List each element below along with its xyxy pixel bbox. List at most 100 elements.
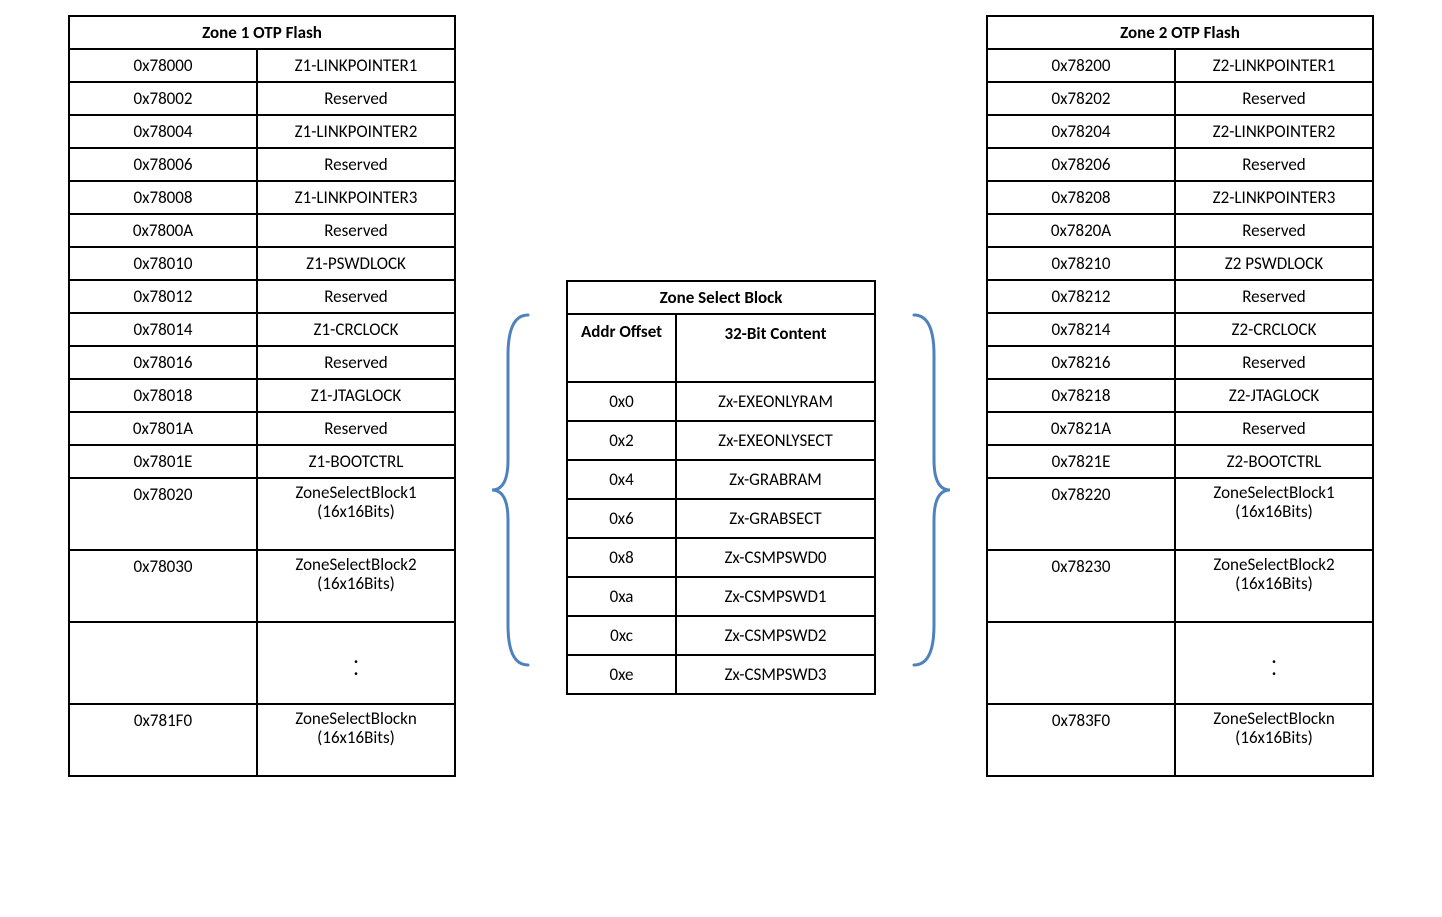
desc-cell: Reserved [1175, 346, 1373, 379]
zone1-row: 0x78018Z1-JTAGLOCK [69, 379, 455, 412]
desc-cell: ZoneSelectBlock2(16x16Bits) [1175, 550, 1373, 622]
desc-cell: Reserved [1175, 280, 1373, 313]
zone1-row: 0x7801AReserved [69, 412, 455, 445]
desc-cell: Z1-PSWDLOCK [257, 247, 455, 280]
zsb-content-cell: Zx-CSMPSWD3 [676, 655, 875, 694]
addr-cell: 0x78206 [987, 148, 1175, 181]
desc-cell: Z2-LINKPOINTER3 [1175, 181, 1373, 214]
zone2-row: 0x78202Reserved [987, 82, 1373, 115]
addr-cell: 0x78020 [69, 478, 257, 550]
addr-cell: 0x7820A [987, 214, 1175, 247]
zone2-row: 0x78200Z2-LINKPOINTER1 [987, 49, 1373, 82]
addr-cell: 0x78214 [987, 313, 1175, 346]
zone2-title: Zone 2 OTP Flash [987, 16, 1373, 49]
zsb-content-cell: Zx-CSMPSWD0 [676, 538, 875, 577]
zone2-row: 0x78214Z2-CRCLOCK [987, 313, 1373, 346]
zsb-off-cell: 0xe [567, 655, 676, 694]
addr-cell: 0x78030 [69, 550, 257, 622]
addr-cell [69, 622, 257, 704]
zsb-row: 0x4Zx-GRABRAM [567, 460, 875, 499]
desc-cell: Reserved [257, 412, 455, 445]
brace-left-icon [486, 305, 536, 675]
zsb-off-cell: 0x2 [567, 421, 676, 460]
zone1-title: Zone 1 OTP Flash [69, 16, 455, 49]
addr-cell: 0x78202 [987, 82, 1175, 115]
zsb-row: 0x0Zx-EXEONLYRAM [567, 382, 875, 421]
zsb-content-cell: Zx-CSMPSWD2 [676, 616, 875, 655]
zsb-off-cell: 0xc [567, 616, 676, 655]
desc-cell: Z2-BOOTCTRL [1175, 445, 1373, 478]
zsb-row: 0x6Zx-GRABSECT [567, 499, 875, 538]
left-brace-column [486, 15, 536, 675]
zsb-off-cell: 0x0 [567, 382, 676, 421]
desc-cell: Z2-LINKPOINTER1 [1175, 49, 1373, 82]
zsb-off-cell: 0x8 [567, 538, 676, 577]
zone1-row: 0x78000Z1-LINKPOINTER1 [69, 49, 455, 82]
zone2-row: 0x78230ZoneSelectBlock2(16x16Bits) [987, 550, 1373, 622]
desc-cell: Z1-LINKPOINTER2 [257, 115, 455, 148]
desc-cell: ZoneSelectBlock1(16x16Bits) [1175, 478, 1373, 550]
zone1-table: Zone 1 OTP Flash 0x78000Z1-LINKPOINTER10… [68, 15, 456, 777]
desc-cell: Z2-LINKPOINTER2 [1175, 115, 1373, 148]
desc-cell: Z1-LINKPOINTER3 [257, 181, 455, 214]
desc-cell: Reserved [257, 148, 455, 181]
zone1-row: 0x78002Reserved [69, 82, 455, 115]
zsb-row: 0x8Zx-CSMPSWD0 [567, 538, 875, 577]
desc-cell: Z1-BOOTCTRL [257, 445, 455, 478]
desc-cell: Reserved [1175, 214, 1373, 247]
desc-cell-dots: .. [1175, 622, 1373, 704]
zone1-column: Zone 1 OTP Flash 0x78000Z1-LINKPOINTER10… [68, 15, 456, 777]
desc-cell: Z1-LINKPOINTER1 [257, 49, 455, 82]
brace-right-icon [906, 305, 956, 675]
zone2-row: 0x78220ZoneSelectBlock1(16x16Bits) [987, 478, 1373, 550]
addr-cell: 0x7821A [987, 412, 1175, 445]
addr-cell: 0x783F0 [987, 704, 1175, 776]
zsb-sub-content: 32-Bit Content [676, 314, 875, 382]
zsb-row: 0xcZx-CSMPSWD2 [567, 616, 875, 655]
desc-cell: Z1-CRCLOCK [257, 313, 455, 346]
zsb-off-cell: 0x4 [567, 460, 676, 499]
zone1-row: 0x78008Z1-LINKPOINTER3 [69, 181, 455, 214]
desc-cell: Z2-JTAGLOCK [1175, 379, 1373, 412]
zsb-content-cell: Zx-EXEONLYSECT [676, 421, 875, 460]
zone1-row: 0x7800AReserved [69, 214, 455, 247]
addr-cell: 0x7800A [69, 214, 257, 247]
addr-cell: 0x78230 [987, 550, 1175, 622]
addr-cell: 0x78212 [987, 280, 1175, 313]
addr-cell: 0x78208 [987, 181, 1175, 214]
addr-cell: 0x781F0 [69, 704, 257, 776]
addr-cell: 0x78204 [987, 115, 1175, 148]
zone2-row: 0x78206Reserved [987, 148, 1373, 181]
addr-cell: 0x78008 [69, 181, 257, 214]
zsb-title: Zone Select Block [567, 281, 875, 314]
desc-cell: Reserved [1175, 148, 1373, 181]
zone2-row: 0x783F0ZoneSelectBlockn(16x16Bits) [987, 704, 1373, 776]
zsb-row: 0xeZx-CSMPSWD3 [567, 655, 875, 694]
zone2-column: Zone 2 OTP Flash 0x78200Z2-LINKPOINTER10… [986, 15, 1374, 777]
zsb-column: Zone Select Block Addr Offset 32-Bit Con… [566, 280, 876, 695]
diagram-layout: Zone 1 OTP Flash 0x78000Z1-LINKPOINTER10… [15, 15, 1427, 777]
zsb-off-cell: 0x6 [567, 499, 676, 538]
zone2-row: 0x78204Z2-LINKPOINTER2 [987, 115, 1373, 148]
addr-cell [987, 622, 1175, 704]
desc-cell: Reserved [257, 82, 455, 115]
zone2-row: 0x7820AReserved [987, 214, 1373, 247]
zone2-row: 0x78216Reserved [987, 346, 1373, 379]
zone1-row: .. [69, 622, 455, 704]
zsb-content-cell: Zx-GRABRAM [676, 460, 875, 499]
addr-cell: 0x78220 [987, 478, 1175, 550]
desc-cell-dots: .. [257, 622, 455, 704]
desc-cell: Reserved [1175, 82, 1373, 115]
zone2-row: 0x78212Reserved [987, 280, 1373, 313]
zone1-row: 0x7801EZ1-BOOTCTRL [69, 445, 455, 478]
addr-cell: 0x7801E [69, 445, 257, 478]
zone2-row: 0x78210Z2 PSWDLOCK [987, 247, 1373, 280]
addr-cell: 0x78018 [69, 379, 257, 412]
addr-cell: 0x78216 [987, 346, 1175, 379]
addr-cell: 0x78014 [69, 313, 257, 346]
desc-cell: Z1-JTAGLOCK [257, 379, 455, 412]
right-brace-column [906, 15, 956, 675]
zsb-row: 0x2Zx-EXEONLYSECT [567, 421, 875, 460]
addr-cell: 0x78016 [69, 346, 257, 379]
desc-cell: Reserved [257, 280, 455, 313]
